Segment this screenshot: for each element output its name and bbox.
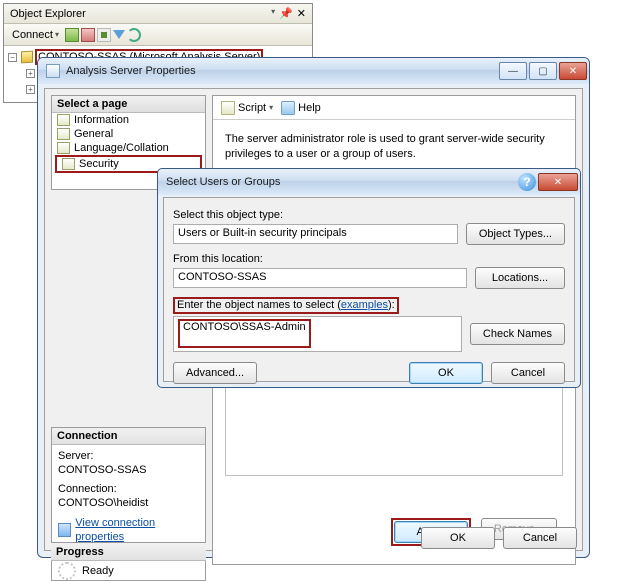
help-icon — [281, 101, 295, 115]
page-icon — [57, 128, 70, 140]
minimize-button[interactable]: — — [499, 62, 527, 80]
object-names-input[interactable]: CONTOSO\SSAS-Admin — [173, 316, 462, 352]
ok-button[interactable]: OK — [421, 527, 495, 549]
page-icon — [57, 142, 70, 154]
location-label: From this location: — [173, 253, 565, 265]
progress-status: Ready — [82, 565, 114, 577]
disconnect-icon[interactable] — [81, 28, 95, 42]
help-icon[interactable]: ? — [518, 173, 536, 191]
connect-icon[interactable] — [65, 28, 79, 42]
filter-icon[interactable] — [113, 30, 125, 39]
close-icon[interactable]: ✕ — [297, 7, 306, 20]
tree-expand-icon[interactable]: + — [26, 69, 35, 78]
object-explorer-title: Object Explorer — [10, 8, 86, 20]
dropdown-icon[interactable]: ▾ — [271, 7, 275, 20]
window-icon — [46, 64, 60, 78]
script-button[interactable]: Script ▾ — [221, 101, 273, 115]
object-names-label: Enter the object names to select (exampl… — [173, 297, 565, 314]
connection-header: Connection — [52, 428, 205, 445]
close-button[interactable]: ✕ — [538, 173, 578, 191]
stop-icon[interactable] — [97, 28, 111, 42]
ok-button[interactable]: OK — [409, 362, 483, 384]
page-icon — [62, 158, 75, 170]
object-explorer-toolbar: Connect▾ — [4, 24, 312, 46]
cancel-button[interactable]: Cancel — [503, 527, 577, 549]
page-item-general[interactable]: General — [52, 127, 205, 141]
window-title: Analysis Server Properties — [66, 65, 196, 77]
object-type-field: Users or Built-in security principals — [173, 224, 458, 244]
properties-icon — [58, 523, 71, 537]
object-type-label: Select this object type: — [173, 209, 565, 221]
help-button[interactable]: Help — [281, 101, 321, 115]
server-icon — [21, 51, 33, 64]
progress-header: Progress — [51, 544, 206, 561]
script-icon — [221, 101, 235, 115]
page-selector-header: Select a page — [52, 96, 205, 113]
select-users-dialog: Select Users or Groups ? ✕ Select this o… — [157, 168, 581, 388]
connect-button[interactable]: Connect▾ — [8, 28, 63, 42]
server-value: CONTOSO-SSAS — [58, 463, 199, 477]
page-item-information[interactable]: Information — [52, 113, 205, 127]
pin-icon[interactable]: 📌 — [279, 7, 293, 20]
progress-spinner-icon — [58, 562, 76, 580]
object-explorer-titlebar: Object Explorer ▾ 📌 ✕ — [4, 4, 312, 24]
connection-value: CONTOSO\heidist — [58, 496, 199, 510]
security-description: The server administrator role is used to… — [213, 120, 568, 166]
dialog-title: Select Users or Groups — [166, 176, 280, 188]
close-button[interactable]: ✕ — [559, 62, 587, 80]
content-toolbar: Script ▾ Help — [213, 96, 575, 120]
cancel-button[interactable]: Cancel — [491, 362, 565, 384]
object-types-button[interactable]: Object Types... — [466, 223, 565, 245]
tree-expand-icon[interactable]: + — [26, 85, 35, 94]
select-users-titlebar[interactable]: Select Users or Groups ? ✕ — [158, 169, 580, 195]
refresh-icon[interactable] — [127, 28, 141, 42]
server-label: Server: — [58, 449, 199, 463]
tree-collapse-icon[interactable]: − — [8, 53, 17, 62]
chevron-down-icon: ▾ — [269, 103, 273, 112]
connection-label: Connection: — [58, 482, 199, 496]
locations-button[interactable]: Locations... — [475, 267, 565, 289]
page-icon — [57, 114, 70, 126]
view-connection-properties-link[interactable]: View connection properties — [58, 516, 199, 545]
maximize-button[interactable]: ▢ — [529, 62, 557, 80]
progress-panel: Ready — [51, 561, 206, 581]
advanced-button[interactable]: Advanced... — [173, 362, 257, 384]
examples-link[interactable]: examples — [341, 299, 388, 311]
page-item-language[interactable]: Language/Collation — [52, 141, 205, 155]
server-properties-titlebar[interactable]: Analysis Server Properties — ▢ ✕ — [38, 58, 589, 84]
check-names-button[interactable]: Check Names — [470, 323, 565, 345]
location-field: CONTOSO-SSAS — [173, 268, 467, 288]
connection-panel: Connection Server: CONTOSO-SSAS Connecti… — [51, 427, 206, 543]
